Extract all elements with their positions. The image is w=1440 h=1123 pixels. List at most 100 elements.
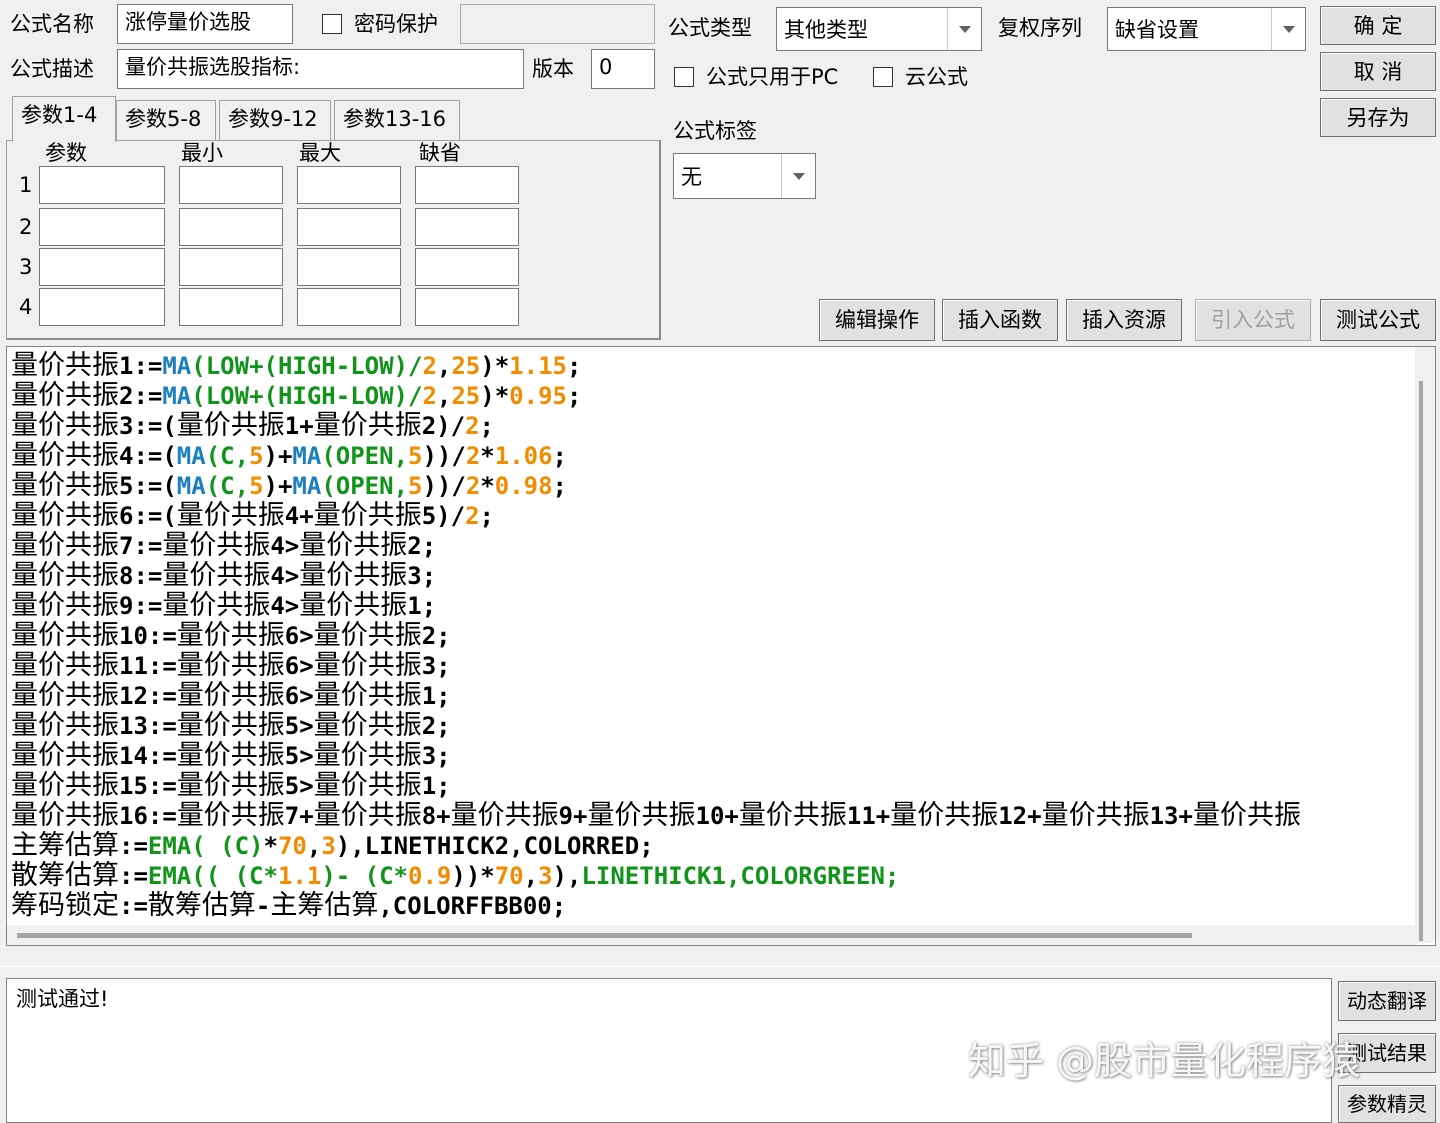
param-2-max-input[interactable]	[297, 208, 401, 246]
param-1-min-input[interactable]	[179, 166, 283, 204]
param-4-name-input[interactable]	[39, 288, 165, 326]
code-token: 量价共振	[11, 561, 119, 591]
edit-ops-button[interactable]: 编辑操作	[819, 299, 935, 341]
code-line[interactable]: 量价共振13:=量价共振5>量价共振2;	[11, 711, 1417, 741]
code-token: ;	[552, 472, 567, 500]
code-editor[interactable]: 量价共振1:=MA(LOW+(HIGH-LOW)/2,25)*1.15; 量价共振…	[6, 346, 1436, 946]
formula-type-select[interactable]: 其他类型	[776, 7, 982, 51]
code-token: 10:=	[119, 622, 177, 650]
code-token: 量价共振	[313, 651, 422, 681]
param-3-min-input[interactable]	[179, 248, 283, 286]
formula-name-input[interactable]: 涨停量价选股	[117, 4, 293, 44]
chevron-down-icon[interactable]	[947, 8, 981, 50]
ok-button[interactable]: 确 定	[1320, 6, 1436, 45]
version-input[interactable]: 0	[591, 49, 655, 89]
param-2-name-input[interactable]	[39, 208, 165, 246]
code-token: 1;	[421, 682, 451, 710]
cancel-button[interactable]: 取 消	[1320, 52, 1436, 91]
param-row-number: 3	[19, 255, 33, 279]
code-line[interactable]: 量价共振3:=(量价共振1+量价共振2)/2;	[11, 411, 1417, 441]
code-line[interactable]: 量价共振1:=MA(LOW+(HIGH-LOW)/2,25)*1.15;	[11, 351, 1417, 381]
tab-params-1-4[interactable]: 参数1-4	[12, 96, 116, 142]
pc-only-checkbox[interactable]	[674, 67, 694, 87]
code-token: *	[480, 442, 495, 470]
dynamic-translate-button[interactable]: 动态翻译	[1338, 981, 1436, 1021]
code-token: 3	[538, 862, 553, 890]
code-token: ,	[436, 382, 452, 410]
param-3-name-input[interactable]	[39, 248, 165, 286]
vertical-scrollbar[interactable]	[1415, 347, 1435, 943]
code-token: 11:=	[119, 652, 177, 680]
code-token: 14:=	[119, 742, 177, 770]
param-1-name-input[interactable]	[39, 166, 165, 204]
code-token: 量价共振	[176, 621, 285, 651]
code-line[interactable]: 量价共振14:=量价共振5>量价共振3;	[11, 741, 1417, 771]
code-line[interactable]: 量价共振11:=量价共振6>量价共振3;	[11, 651, 1417, 681]
param-2-default-input[interactable]	[415, 208, 519, 246]
version-label: 版本	[532, 57, 574, 81]
formula-tag-select[interactable]: 无	[673, 153, 816, 199]
code-line[interactable]: 量价共振10:=量价共振6>量价共振2;	[11, 621, 1417, 651]
insert-resource-button[interactable]: 插入资源	[1066, 299, 1182, 341]
code-line[interactable]: 量价共振15:=量价共振5>量价共振1;	[11, 771, 1417, 801]
param-header-name: 参数	[45, 141, 87, 165]
vertical-scroll-thumb[interactable]	[1419, 381, 1423, 941]
insert-function-button[interactable]: 插入函数	[942, 299, 1058, 341]
code-line[interactable]: 量价共振2:=MA(LOW+(HIGH-LOW)/2,25)*0.95;	[11, 381, 1417, 411]
param-1-max-input[interactable]	[297, 166, 401, 204]
code-token: 2)/	[421, 412, 466, 440]
code-token: 量价共振	[11, 681, 119, 711]
code-line[interactable]: 量价共振4:=(MA(C,5)+MA(OPEN,5))/2*1.06;	[11, 441, 1417, 471]
param-4-min-input[interactable]	[179, 288, 283, 326]
cloud-checkbox[interactable]	[873, 67, 893, 87]
splitter[interactable]	[0, 966, 1440, 974]
code-token: 量价共振	[11, 711, 119, 741]
code-text[interactable]: 量价共振1:=MA(LOW+(HIGH-LOW)/2,25)*1.15; 量价共振…	[11, 351, 1417, 945]
code-token: 量价共振	[313, 741, 422, 771]
code-line[interactable]: 筹码锁定:=散筹估算-主筹估算,COLORFFBB00;	[11, 891, 1417, 921]
param-wizard-button[interactable]: 参数精灵	[1338, 1085, 1436, 1123]
code-token: 3:=(	[119, 412, 177, 440]
horizontal-scroll-thumb[interactable]	[17, 933, 1192, 938]
code-line[interactable]: 量价共振12:=量价共振6>量价共振1;	[11, 681, 1417, 711]
code-token: 4>	[270, 532, 300, 560]
code-line[interactable]: 散筹估算:=EMA(( (C*1.1)- (C*0.9))*70,3),LINE…	[11, 861, 1417, 891]
code-token: 量价共振	[11, 591, 119, 621]
code-token: MA	[176, 472, 206, 500]
param-4-max-input[interactable]	[297, 288, 401, 326]
code-token: ;	[566, 382, 582, 410]
tab-params-13-16[interactable]: 参数13-16	[334, 100, 460, 140]
param-1-default-input[interactable]	[415, 166, 519, 204]
test-formula-button[interactable]: 测试公式	[1320, 299, 1436, 341]
tab-params-9-12[interactable]: 参数9-12	[219, 100, 331, 140]
code-token: )- (C*	[321, 862, 409, 890]
tab-params-5-8[interactable]: 参数5-8	[116, 100, 216, 140]
code-token: 1+	[284, 412, 314, 440]
param-4-default-input[interactable]	[415, 288, 519, 326]
param-3-max-input[interactable]	[297, 248, 401, 286]
code-token: 5	[249, 442, 264, 470]
code-line[interactable]: 量价共振8:=量价共振4>量价共振3;	[11, 561, 1417, 591]
param-header-default: 缺省	[419, 141, 461, 165]
password-checkbox[interactable]	[322, 14, 342, 34]
code-line[interactable]: 量价共振9:=量价共振4>量价共振1;	[11, 591, 1417, 621]
code-token: 5	[408, 442, 423, 470]
code-line[interactable]: 量价共振16:=量价共振7+量价共振8+量价共振9+量价共振10+量价共振11+…	[11, 801, 1417, 831]
save-as-button[interactable]: 另存为	[1320, 98, 1436, 137]
horizontal-scrollbar[interactable]	[7, 925, 1417, 945]
chevron-down-icon[interactable]	[1271, 8, 1305, 50]
code-token: 量价共振	[11, 531, 119, 561]
code-token: )*	[480, 352, 510, 380]
code-line[interactable]: 主筹估算:=EMA( (C)*70,3),LINETHICK2,COLORRED…	[11, 831, 1417, 861]
code-line[interactable]: 量价共振6:=(量价共振4+量价共振5)/2;	[11, 501, 1417, 531]
param-2-min-input[interactable]	[179, 208, 283, 246]
code-token: 量价共振	[176, 411, 285, 441]
rights-seq-select[interactable]: 缺省设置	[1107, 7, 1306, 51]
formula-desc-input[interactable]: 量价共振选股指标:	[117, 49, 524, 89]
chevron-down-icon[interactable]	[781, 154, 815, 198]
import-formula-button[interactable]: 引入公式	[1195, 299, 1311, 341]
code-line[interactable]: 量价共振5:=(MA(C,5)+MA(OPEN,5))/2*0.98;	[11, 471, 1417, 501]
param-3-default-input[interactable]	[415, 248, 519, 286]
code-token: ,	[523, 862, 539, 890]
code-line[interactable]: 量价共振7:=量价共振4>量价共振2;	[11, 531, 1417, 561]
